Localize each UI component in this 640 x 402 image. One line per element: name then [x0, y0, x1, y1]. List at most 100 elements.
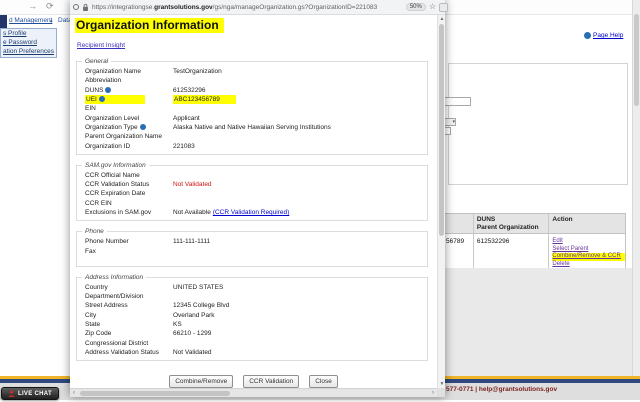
- field-row-exclusions-in-sam-gov: Exclusions in SAM.govNot Available(CCR V…: [77, 208, 427, 217]
- table-row: 56789 612532296 EditSelect ParentCombine…: [443, 234, 625, 270]
- dropdown-item-e-password[interactable]: e Password: [1, 38, 56, 47]
- organization-information-popup: https://integrationgse.grantsolutions.go…: [70, 0, 445, 397]
- field-label: CCR Expiration Date: [77, 190, 173, 197]
- page-background-area: [445, 268, 632, 376]
- field-label: Country: [77, 284, 173, 291]
- field-row-uei: UEIABC123456789: [77, 95, 427, 104]
- field-label: CCR Validation Status: [77, 181, 173, 188]
- dropdown-item-s-profile[interactable]: s Profile: [1, 29, 56, 38]
- field-row-department-division: Department/Division: [77, 292, 427, 301]
- table-header-duns-parent: DUNS Parent Organization: [473, 214, 549, 233]
- field-label: CCR EIN: [77, 200, 173, 207]
- field-row-address-validation-status: Address Validation StatusNot Validated: [77, 348, 427, 357]
- field-row-organization-name: Organization NameTestOrganization: [77, 67, 427, 76]
- field-value: ABC123456789: [173, 95, 427, 104]
- field-row-organization-id: Organization ID221083: [77, 141, 427, 150]
- live-chat-button-background-page[interactable]: LIVE CHAT: [1, 384, 59, 402]
- background-panel: [448, 63, 628, 185]
- field-row-ccr-official-name: CCR Official Name: [77, 171, 427, 180]
- field-value: Applicant: [173, 115, 427, 122]
- action-link-delete[interactable]: Delete: [552, 261, 625, 269]
- popup-button-row: Combine/Remove CCR Validation Close: [70, 370, 437, 388]
- scroll-down-icon[interactable]: ▼: [438, 381, 446, 387]
- recipient-insight-link[interactable]: Recipient Insight: [77, 42, 125, 49]
- refresh-icon[interactable]: ⟳: [46, 1, 54, 12]
- field-row-parent-organization-name: Parent Organization Name: [77, 132, 427, 141]
- scroll-up-icon[interactable]: ▲: [438, 16, 446, 22]
- field-row-street-address: Street Address12345 College Blvd: [77, 301, 427, 310]
- action-link-edit[interactable]: Edit: [552, 238, 625, 246]
- field-label: Abbreviation: [77, 77, 173, 84]
- person-icon: [8, 390, 15, 397]
- help-icon: [584, 32, 591, 39]
- field-row-ccr-validation-status: CCR Validation StatusNot Validated: [77, 180, 427, 189]
- action-link-combine-remove-ccr[interactable]: Combine/Remove & CCR: [552, 253, 625, 261]
- input-fragment[interactable]: [444, 127, 451, 135]
- field-label: State: [77, 321, 173, 328]
- dropdown-fragment[interactable]: ▾: [444, 118, 456, 126]
- text-input-fragment[interactable]: [444, 97, 471, 106]
- field-label: Organization Type: [77, 124, 173, 131]
- cell-duns-parent: 612532296: [473, 234, 549, 270]
- cell-actions: EditSelect ParentCombine/Remove & CCRDel…: [548, 234, 625, 270]
- menu-item-management[interactable]: d Management: [9, 17, 52, 24]
- popup-address-bar: https://integrationgse.grantsolutions.go…: [70, 0, 445, 15]
- field-label: Fax: [77, 248, 173, 255]
- field-label: Street Address: [77, 302, 173, 309]
- section-general: GeneralOrganization NameTestOrganization…: [76, 61, 428, 155]
- field-row-country: CountryUNITED STATES: [77, 283, 427, 292]
- field-row-ein: EIN: [77, 104, 427, 113]
- close-button[interactable]: Close: [309, 375, 338, 388]
- field-label: Exclusions in SAM.gov: [77, 209, 173, 216]
- popup-vertical-scrollbar[interactable]: ▲ ▼: [437, 15, 445, 388]
- page-help-label: Page Help: [593, 32, 623, 39]
- section-sam-gov-information: SAM.gov InformationCCR Official NameCCR …: [76, 165, 428, 221]
- field-label: Organization Name: [77, 68, 173, 75]
- info-icon[interactable]: [99, 96, 105, 102]
- field-value: 111-111-1111: [173, 238, 427, 245]
- field-label: CCR Official Name: [77, 172, 173, 179]
- zoom-level-badge[interactable]: 50%: [406, 3, 426, 11]
- scroll-left-icon[interactable]: ‹: [70, 389, 78, 397]
- page-help-link[interactable]: Page Help: [584, 32, 623, 39]
- footer-help-text: 577-0771 | help@grantsolutions.gov: [446, 386, 557, 393]
- table-header-row: DUNS Parent Organization Action: [443, 214, 625, 234]
- field-value: 612532296: [173, 87, 427, 94]
- field-label: Zip Code: [77, 330, 173, 337]
- field-label: Department/Division: [77, 293, 173, 300]
- section-phone: PhonePhone Number111-111-1111Fax: [76, 231, 428, 267]
- combine-remove-button[interactable]: Combine/Remove: [169, 375, 233, 388]
- info-icon[interactable]: [105, 87, 111, 93]
- organizations-table: DUNS Parent Organization Action 56789 61…: [443, 213, 626, 271]
- field-value: UNITED STATES: [173, 284, 427, 291]
- scrollbar-corner: [437, 388, 445, 397]
- field-value: Not Validated: [173, 181, 427, 188]
- field-row-abbreviation: Abbreviation: [77, 76, 427, 85]
- field-value: Overland Park: [173, 312, 427, 319]
- field-value: 66210 - 1299: [173, 330, 427, 337]
- info-icon[interactable]: [140, 124, 146, 130]
- field-row-organization-type: Organization TypeAlaska Native and Nativ…: [77, 123, 427, 132]
- view-site-info-icon[interactable]: [73, 4, 79, 10]
- ccr-validation-button[interactable]: CCR Validation: [243, 375, 299, 388]
- extension-icon[interactable]: [439, 3, 448, 12]
- field-label: Congressional District: [77, 340, 173, 347]
- popup-content: Organization Information Recipient Insig…: [70, 15, 437, 388]
- field-value: Alaska Native and Native Hawaiian Servin…: [173, 124, 427, 131]
- popup-horizontal-scrollbar[interactable]: ‹ ›: [70, 388, 437, 397]
- action-link-select-parent[interactable]: Select Parent: [552, 246, 625, 254]
- account-dropdown-menu: s Profilee Passwordation Preferences: [0, 28, 57, 58]
- ccr-validation-required-link[interactable]: (CCR Validation Required): [213, 209, 289, 216]
- scroll-right-icon[interactable]: ›: [429, 389, 437, 397]
- bookmark-star-icon[interactable]: ☆: [429, 3, 436, 11]
- url-input[interactable]: https://integrationgse.grantsolutions.go…: [92, 4, 403, 11]
- lock-icon[interactable]: [82, 3, 89, 12]
- field-row-ccr-expiration-date: CCR Expiration Date: [77, 189, 427, 198]
- field-row-fax: Fax: [77, 246, 427, 255]
- field-row-phone-number: Phone Number111-111-1111: [77, 237, 427, 246]
- window-scrollbar[interactable]: [632, 0, 640, 376]
- dropdown-item-ation-preferences[interactable]: ation Preferences: [1, 47, 56, 56]
- field-value: 12345 College Blvd: [173, 302, 427, 309]
- forward-icon[interactable]: →: [28, 1, 37, 11]
- field-label: EIN: [77, 105, 173, 112]
